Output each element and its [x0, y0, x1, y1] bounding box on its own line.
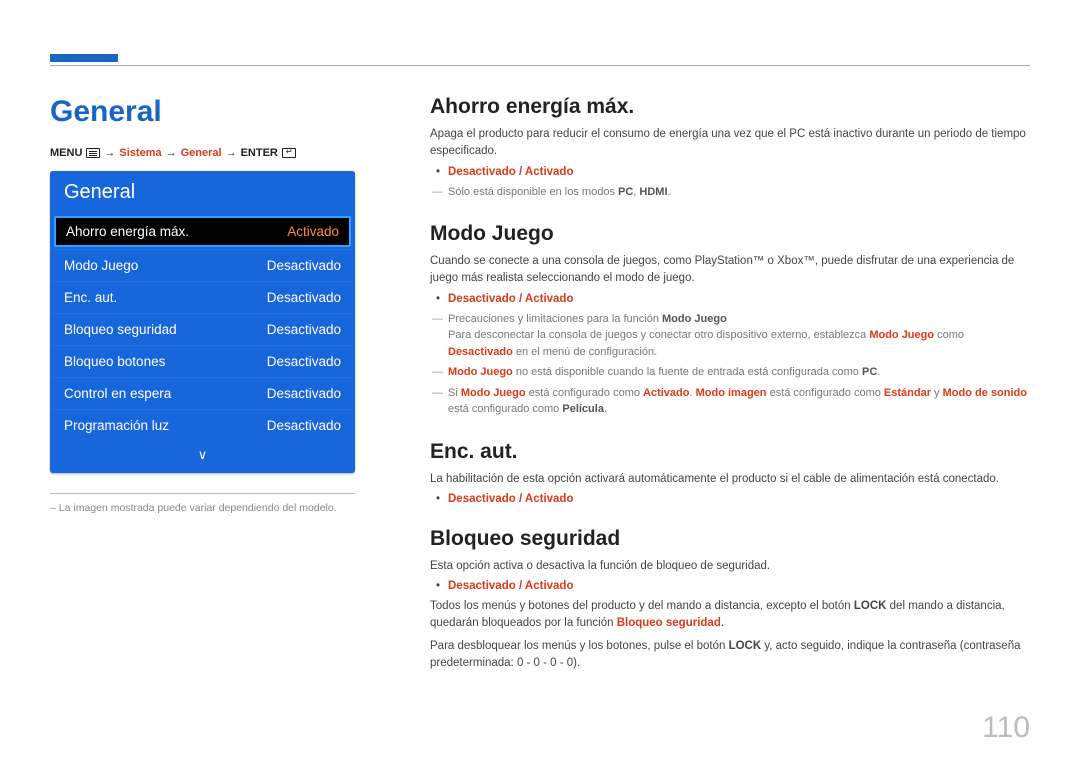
- note-red: Estándar: [884, 387, 931, 399]
- note-text: Sólo está disponible en los modos: [448, 186, 618, 198]
- note-strong: PC: [862, 366, 877, 378]
- p-text: Todos los menús y botones del producto y…: [430, 600, 854, 612]
- menu-row-label: Enc. aut.: [64, 290, 117, 305]
- section-enc-title: Enc. aut.: [430, 440, 1030, 464]
- note-red: Modo Juego: [869, 329, 934, 341]
- section-ahorro-title: Ahorro energía máx.: [430, 95, 1030, 119]
- section-bloqueo-desc: Esta opción activa o desactiva la funció…: [430, 558, 1030, 575]
- menu-row-4[interactable]: Bloqueo botones Desactivado: [50, 345, 355, 377]
- p-text: Para desbloquear los menús y los botones…: [430, 640, 729, 652]
- page-title: General: [50, 95, 390, 129]
- menu-row-0[interactable]: Ahorro energía máx. Activado: [54, 216, 351, 247]
- breadcrumb-sistema: Sistema: [119, 147, 161, 159]
- breadcrumb-enter: ENTER: [241, 147, 278, 159]
- menu-row-5[interactable]: Control en espera Desactivado: [50, 377, 355, 409]
- breadcrumb: MENU → Sistema → General → ENTER: [50, 147, 390, 159]
- note-text: .: [877, 366, 880, 378]
- note-hdmi: HDMI: [639, 186, 667, 198]
- section-enc-desc: La habilitación de esta opción activará …: [430, 471, 1030, 488]
- scroll-down-icon[interactable]: ∨: [50, 441, 355, 473]
- note-end: .: [668, 186, 671, 198]
- menu-panel: General Ahorro energía máx. Activado Modo …: [50, 171, 355, 473]
- section-bloqueo-p3: Para desbloquear los menús y los botones…: [430, 638, 1030, 673]
- note-text: está configurado como: [767, 387, 884, 399]
- note-text: Para desconectar la consola de juegos y …: [448, 329, 869, 341]
- image-footnote: La imagen mostrada puede variar dependie…: [50, 502, 355, 514]
- menu-row-value: Desactivado: [267, 418, 341, 433]
- note-red: Modo de sonido: [943, 387, 1027, 399]
- note-text: como: [934, 329, 964, 341]
- p-strong: LOCK: [729, 640, 762, 652]
- section-bloqueo-options: Desactivado / Activado: [448, 580, 1030, 592]
- left-column: General MENU → Sistema → General → ENTER…: [50, 95, 390, 733]
- menu-row-value: Desactivado: [267, 386, 341, 401]
- menu-row-label: Programación luz: [64, 418, 169, 433]
- note-red: Modo imagen: [696, 387, 767, 399]
- menu-row-2[interactable]: Enc. aut. Desactivado: [50, 281, 355, 313]
- enter-icon: [282, 148, 296, 158]
- section-modo-desc: Cuando se conecte a una consola de juego…: [430, 253, 1030, 288]
- p-text: .: [721, 617, 724, 629]
- section-bloqueo-title: Bloqueo seguridad: [430, 527, 1030, 551]
- menu-row-label: Bloqueo botones: [64, 354, 165, 369]
- section-ahorro-note: Sólo está disponible en los modos PC, HD…: [448, 184, 1030, 201]
- arrow-icon: →: [226, 147, 237, 159]
- menu-icon: [86, 148, 100, 158]
- section-modo-note1: Precauciones y limitaciones para la func…: [448, 311, 1030, 361]
- menu-row-value: Desactivado: [267, 354, 341, 369]
- tab-indicator: [50, 54, 118, 62]
- note-text: está configurado como: [526, 387, 643, 399]
- section-enc-options: Desactivado / Activado: [448, 493, 1030, 505]
- note-text: en el menú de configuración.: [513, 346, 657, 358]
- note-text: Precauciones y limitaciones para la func…: [448, 313, 662, 325]
- menu-row-1[interactable]: Modo Juego Desactivado: [50, 249, 355, 281]
- note-pc: PC: [618, 186, 633, 198]
- note-red: Modo Juego: [461, 387, 526, 399]
- arrow-icon: →: [166, 147, 177, 159]
- menu-row-value: Desactivado: [267, 258, 341, 273]
- arrow-icon: →: [104, 147, 115, 159]
- section-ahorro-desc: Apaga el producto para reducir el consum…: [430, 126, 1030, 161]
- note-text: y: [931, 387, 943, 399]
- p-red: Bloqueo seguridad: [617, 617, 721, 629]
- note-text: está configurado como: [448, 403, 562, 415]
- note-red: Activado: [643, 387, 689, 399]
- section-modo-note3: Si Modo Juego está configurado como Acti…: [448, 385, 1030, 418]
- breadcrumb-menu: MENU: [50, 147, 82, 159]
- note-red: Modo Juego: [448, 366, 513, 378]
- page-number: 110: [982, 711, 1030, 745]
- menu-row-value: Desactivado: [267, 322, 341, 337]
- section-ahorro-options: Desactivado / Activado: [448, 166, 1030, 178]
- section-modo-note2: Modo Juego no está disponible cuando la …: [448, 364, 1030, 381]
- p-strong: LOCK: [854, 600, 887, 612]
- top-border: [50, 65, 1030, 66]
- menu-row-6[interactable]: Programación luz Desactivado: [50, 409, 355, 441]
- note-strong: Modo Juego: [662, 313, 727, 325]
- menu-row-label: Ahorro energía máx.: [66, 224, 189, 239]
- note-red: Desactivado: [448, 346, 513, 358]
- menu-row-label: Bloqueo seguridad: [64, 322, 177, 337]
- menu-title: General: [50, 171, 355, 214]
- section-modo-title: Modo Juego: [430, 222, 1030, 246]
- page-content: General MENU → Sistema → General → ENTER…: [50, 95, 1030, 733]
- menu-row-label: Modo Juego: [64, 258, 138, 273]
- section-bloqueo-p2: Todos los menús y botones del producto y…: [430, 598, 1030, 633]
- note-text: .: [604, 403, 607, 415]
- menu-row-value: Desactivado: [267, 290, 341, 305]
- divider: [50, 493, 355, 494]
- menu-row-label: Control en espera: [64, 386, 171, 401]
- menu-row-value: Activado: [287, 224, 339, 239]
- note-strong: Película: [562, 403, 604, 415]
- note-text: Si: [448, 387, 461, 399]
- menu-row-3[interactable]: Bloqueo seguridad Desactivado: [50, 313, 355, 345]
- right-column: Ahorro energía máx. Apaga el producto pa…: [430, 95, 1030, 733]
- section-modo-options: Desactivado / Activado: [448, 293, 1030, 305]
- note-text: no está disponible cuando la fuente de e…: [513, 366, 862, 378]
- breadcrumb-general: General: [181, 147, 222, 159]
